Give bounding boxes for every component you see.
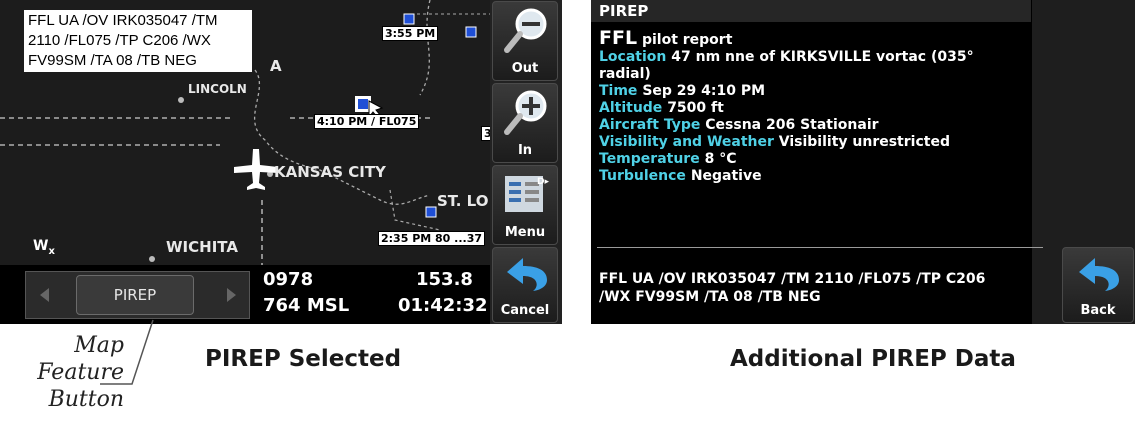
- pirep-selected-screen: LINCOLN A KANSAS CITY ST. LO WICHITA 3:5…: [0, 0, 562, 324]
- menu-label: Menu: [504, 225, 546, 240]
- raw-pirep-text: FFL UA /OV IRK035047 /TM 2110 /FL075 /TP…: [599, 270, 1029, 306]
- map-label-lincoln: LINCOLN: [188, 82, 247, 96]
- report-station: FFL: [599, 27, 638, 49]
- map-label-st-louis: ST. LO: [437, 192, 489, 210]
- zoom-in-button[interactable]: In: [492, 83, 558, 163]
- divider: [597, 247, 1043, 248]
- data-field-left-bottom: 764 MSL: [263, 295, 350, 316]
- pirep-time-tag: 2:35 PM 80 ...37: [378, 231, 486, 246]
- raw-pirep-line: /WX FV99SM /TA 08 /TB NEG: [599, 289, 821, 305]
- report-altitude: Altitude 7500 ft: [599, 100, 724, 116]
- pirep-text-line: FV99SM /TA 08 /TB NEG: [28, 52, 197, 69]
- zoom-out-button[interactable]: Out: [492, 1, 558, 81]
- button-column: Out In D▸ Menu Cancel: [490, 0, 562, 324]
- zoom-in-icon: [504, 90, 547, 135]
- pirep-text-line: 2110 /FL075 /TP C206 /WX: [28, 32, 211, 49]
- ownship-aircraft-icon: [234, 149, 278, 190]
- button-column: Back: [1032, 0, 1135, 324]
- report-location: Location 47 nm nne of KIRKSVILLE vortac …: [599, 49, 974, 82]
- wx-source-icon: Wx: [33, 238, 55, 257]
- report-temperature: Temperature 8 °C: [599, 151, 737, 167]
- caption-pirep-selected: PIREP Selected: [205, 346, 402, 372]
- report-turbulence: Turbulence Negative: [599, 168, 762, 184]
- cancel-label: Cancel: [500, 303, 550, 318]
- report-aircraft-type: Aircraft Type Cessna 206 Stationair: [599, 117, 879, 133]
- menu-button[interactable]: D▸ Menu: [492, 165, 558, 245]
- back-label: Back: [1080, 303, 1116, 318]
- pirep-detail-screen: PIREP Back FFL pilot report Location 47 …: [591, 0, 1135, 324]
- pirep-time-tag: 3:55 PM: [382, 26, 439, 41]
- map-label-wichita: WICHITA: [166, 238, 238, 256]
- pirep-text-line: FFL UA /OV IRK035047 /TM: [28, 12, 218, 29]
- svg-text:D▸: D▸: [537, 177, 549, 187]
- report-title: FFL pilot report: [599, 27, 1029, 49]
- page-title: PIREP: [591, 0, 1031, 22]
- previous-feature-arrow-icon[interactable]: [40, 288, 49, 302]
- data-field-right-top: 153.8: [416, 269, 473, 290]
- next-feature-arrow-icon[interactable]: [227, 288, 236, 302]
- map-label-kansas-city: KANSAS CITY: [274, 163, 386, 181]
- map-view[interactable]: LINCOLN A KANSAS CITY ST. LO WICHITA 3:5…: [0, 0, 490, 265]
- report-title-suffix: pilot report: [641, 32, 733, 48]
- data-field-right-bottom: 01:42:32: [398, 295, 488, 316]
- report-visibility: Visibility and Weather Visibility unrest…: [599, 134, 950, 150]
- back-arrow-icon: [507, 258, 547, 291]
- map-feature-selector: PIREP: [25, 271, 250, 319]
- caption-additional-pirep-data: Additional PIREP Data: [730, 346, 1016, 372]
- report-time: Time Sep 29 4:10 PM: [599, 83, 766, 99]
- map-label-partial: A: [270, 57, 282, 75]
- back-button[interactable]: Back: [1062, 247, 1134, 323]
- bottom-bar: PIREP 0978 764 MSL 153.8 01:42:32: [0, 265, 490, 324]
- cancel-button[interactable]: Cancel: [492, 247, 558, 323]
- raw-pirep-line: FFL UA /OV IRK035047 /TM 2110 /FL075 /TP…: [599, 271, 986, 287]
- map-feature-button-callout: Map Feature Button: [37, 333, 124, 412]
- map-feature-button[interactable]: PIREP: [76, 275, 194, 315]
- back-arrow-icon: [1079, 258, 1119, 291]
- menu-icon: D▸: [505, 176, 549, 212]
- pirep-report: FFL pilot report Location 47 nm nne of K…: [599, 27, 1029, 185]
- pirep-text-box: FFL UA /OV IRK035047 /TM 2110 /FL075 /TP…: [24, 10, 252, 72]
- pirep-time-tag: 3: [481, 126, 490, 141]
- zoom-out-icon: [504, 8, 547, 53]
- data-field-left-top: 0978: [263, 269, 314, 290]
- zoom-out-label: Out: [511, 61, 539, 76]
- zoom-in-label: In: [517, 143, 533, 158]
- pirep-time-tag: 4:10 PM / FL075: [314, 114, 420, 129]
